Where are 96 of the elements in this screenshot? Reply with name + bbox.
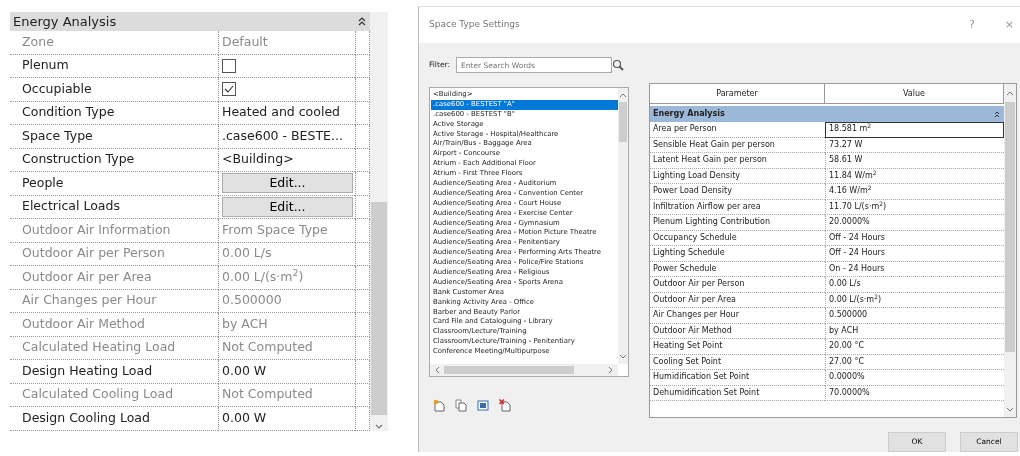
parameter-cell: Lighting Load Density bbox=[650, 168, 825, 184]
vertical-scrollbar[interactable] bbox=[1004, 84, 1016, 417]
chevron-left-icon[interactable] bbox=[434, 366, 440, 374]
empty-cell bbox=[355, 242, 370, 266]
property-label: Design Heating Load bbox=[10, 360, 218, 384]
property-label: People bbox=[10, 172, 218, 196]
section-title: Energy Analysis bbox=[13, 12, 117, 31]
property-label: Space Type bbox=[10, 125, 218, 149]
scrollbar-thumb[interactable] bbox=[444, 366, 574, 374]
property-value[interactable]: Heated and cooled bbox=[218, 101, 355, 125]
parameter-cell: Plenum Lighting Contribution bbox=[650, 215, 825, 231]
property-label: Outdoor Air Method bbox=[10, 313, 218, 337]
property-value: Default bbox=[218, 31, 355, 55]
property-label: Plenum bbox=[10, 54, 218, 78]
column-header[interactable]: Parameter bbox=[650, 84, 825, 104]
empty-cell bbox=[355, 125, 370, 149]
property-value: by ACH bbox=[218, 313, 355, 337]
checkbox[interactable] bbox=[222, 82, 236, 97]
edit-button[interactable]: Edit... bbox=[222, 173, 353, 194]
parameter-cell: Cooling Set Point bbox=[650, 354, 825, 370]
property-value[interactable]: 0.00 W bbox=[218, 407, 355, 431]
property-label: Condition Type bbox=[10, 101, 218, 125]
parameter-cell: Outdoor Air Method bbox=[650, 323, 825, 339]
parameter-cell: Dehumidification Set Point bbox=[650, 385, 825, 401]
property-label: Outdoor Air Information bbox=[10, 219, 218, 243]
property-label: Outdoor Air per Person bbox=[10, 242, 218, 266]
search-icon[interactable] bbox=[612, 59, 624, 71]
scrollbar-thumb[interactable] bbox=[371, 202, 387, 415]
space-type-list[interactable] bbox=[429, 87, 629, 377]
collapse-icon[interactable] bbox=[358, 17, 366, 26]
chevron-down-icon[interactable] bbox=[619, 354, 627, 360]
property-label: Design Cooling Load bbox=[10, 407, 218, 431]
property-label: Calculated Heating Load bbox=[10, 336, 218, 360]
delete-icon[interactable] bbox=[499, 399, 511, 412]
chevron-up-icon[interactable] bbox=[619, 92, 627, 98]
horizontal-scrollbar[interactable] bbox=[430, 364, 618, 376]
empty-cell bbox=[355, 266, 370, 290]
new-document-icon[interactable] bbox=[433, 399, 445, 412]
parameter-cell: Sensible Heat Gain per person bbox=[650, 137, 825, 153]
vertical-scrollbar[interactable] bbox=[618, 88, 628, 364]
property-label: Calculated Cooling Load bbox=[10, 383, 218, 407]
property-label: Zone bbox=[10, 31, 218, 55]
property-value: 0.00 L/s bbox=[218, 242, 355, 266]
property-label: Outdoor Air per Area bbox=[10, 266, 218, 290]
property-label: Construction Type bbox=[10, 148, 218, 172]
empty-cell bbox=[355, 360, 370, 384]
property-value[interactable]: 0.00 W bbox=[218, 360, 355, 384]
dialog-title: Space Type Settings bbox=[429, 18, 520, 32]
empty-cell bbox=[355, 219, 370, 243]
group-header[interactable]: Energy Analysis bbox=[650, 106, 1004, 122]
chevron-down-icon[interactable] bbox=[1006, 407, 1014, 413]
scrollbar-thumb[interactable] bbox=[1005, 102, 1015, 352]
property-value: From Space Type bbox=[218, 219, 355, 243]
empty-cell bbox=[355, 336, 370, 360]
property-value: 0.00 L/(s·m$^{2}$) bbox=[218, 266, 355, 290]
scrollbar[interactable] bbox=[370, 12, 388, 431]
parameter-cell: Humidification Set Point bbox=[650, 370, 825, 386]
parameter-cell: Power Schedule bbox=[650, 261, 825, 277]
empty-cell bbox=[355, 289, 370, 313]
empty-cell bbox=[355, 148, 370, 172]
section-header[interactable]: Energy Analysis bbox=[10, 12, 370, 31]
parameter-cell: Lighting Schedule bbox=[650, 246, 825, 262]
parameter-cell: Outdoor Air per Area bbox=[650, 292, 825, 308]
property-label: Air Changes per Hour bbox=[10, 289, 218, 313]
group-title: Energy Analysis bbox=[653, 108, 725, 120]
parameter-cell: Infiltration Airflow per area bbox=[650, 199, 825, 215]
property-value: 0.500000 bbox=[218, 289, 355, 313]
parameter-cell: Area per Person bbox=[650, 122, 825, 138]
property-value[interactable]: .case600 - BESTE... bbox=[218, 125, 355, 149]
property-value: Not Computed bbox=[218, 383, 355, 407]
chevron-up-icon[interactable] bbox=[1006, 90, 1014, 96]
checkbox[interactable] bbox=[222, 58, 236, 73]
empty-cell bbox=[355, 31, 370, 55]
property-label: Electrical Loads bbox=[10, 195, 218, 219]
property-value[interactable]: <Building> bbox=[218, 148, 355, 172]
property-value: Not Computed bbox=[218, 336, 355, 360]
value-cell[interactable]: 18.581 m$^{2}$ bbox=[825, 122, 1004, 138]
parameter-cell: Occupancy Schedule bbox=[650, 230, 825, 246]
chevron-right-icon[interactable] bbox=[608, 366, 614, 374]
column-header[interactable]: Value bbox=[825, 84, 1004, 104]
property-label: Occupiable bbox=[10, 78, 218, 102]
parameter-cell: Heating Set Point bbox=[650, 339, 825, 355]
empty-cell bbox=[355, 407, 370, 431]
empty-cell bbox=[355, 101, 370, 125]
collapse-icon[interactable] bbox=[994, 110, 1000, 118]
parameter-cell: Air Changes per Hour bbox=[650, 308, 825, 324]
chevron-down-icon[interactable] bbox=[374, 422, 384, 431]
duplicate-icon[interactable] bbox=[455, 399, 467, 412]
scrollbar-thumb[interactable] bbox=[619, 102, 627, 142]
empty-cell bbox=[355, 313, 370, 337]
parameter-cell: Outdoor Air per Person bbox=[650, 277, 825, 293]
edit-button[interactable]: Edit... bbox=[222, 196, 353, 217]
parameter-cell: Latent Heat Gain per person bbox=[650, 153, 825, 169]
empty-cell bbox=[355, 383, 370, 407]
parameter-cell: Power Load Density bbox=[650, 184, 825, 200]
rename-icon[interactable] bbox=[477, 399, 489, 412]
